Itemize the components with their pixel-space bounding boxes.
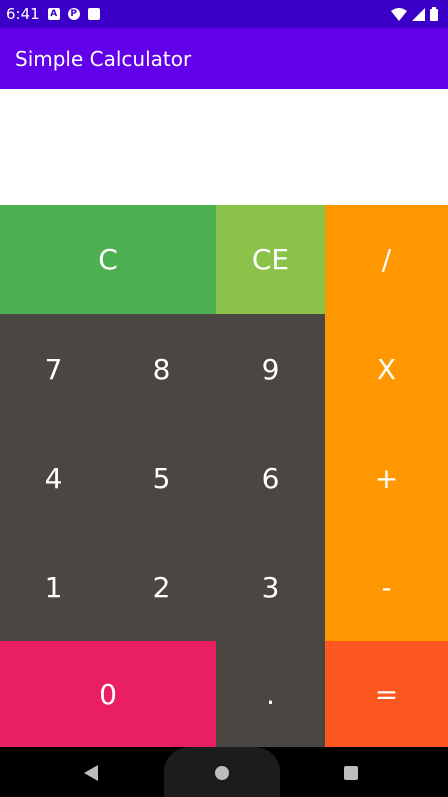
digit-3-button[interactable]: 3 xyxy=(216,533,325,641)
digit-8-button[interactable]: 8 xyxy=(107,314,216,424)
digit-9-button[interactable]: 9 xyxy=(216,314,325,424)
decimal-point-button[interactable]: . xyxy=(216,641,325,747)
minus-button[interactable]: - xyxy=(325,533,448,641)
notification-a-icon: A xyxy=(47,8,60,20)
home-icon[interactable] xyxy=(215,766,229,780)
app-title: Simple Calculator xyxy=(15,46,192,71)
signal-icon xyxy=(412,7,425,21)
wifi-icon xyxy=(391,7,407,21)
clear-button[interactable]: C xyxy=(0,205,216,314)
plus-button[interactable]: + xyxy=(325,424,448,533)
notification-p-icon: P xyxy=(67,8,80,20)
recents-icon[interactable] xyxy=(344,766,358,780)
app-bar: Simple Calculator xyxy=(0,28,448,89)
status-left: 6:41 A P xyxy=(6,5,100,23)
multiply-button[interactable]: X xyxy=(325,314,448,424)
status-bar: 6:41 A P xyxy=(0,0,448,28)
calculator-display xyxy=(0,89,448,205)
digit-5-button[interactable]: 5 xyxy=(107,424,216,533)
divide-button[interactable]: / xyxy=(325,205,448,314)
digit-7-button[interactable]: 7 xyxy=(0,314,107,424)
status-time: 6:41 xyxy=(6,5,40,23)
navigation-bar xyxy=(0,747,448,797)
digit-6-button[interactable]: 6 xyxy=(216,424,325,533)
status-right xyxy=(391,7,438,21)
equals-button[interactable]: = xyxy=(325,641,448,747)
calculator-screen: 6:41 A P Simple Calculator C CE / 7 8 9 … xyxy=(0,0,448,797)
clear-entry-button[interactable]: CE xyxy=(216,205,325,314)
back-icon[interactable] xyxy=(84,765,98,781)
digit-2-button[interactable]: 2 xyxy=(107,533,216,641)
sd-card-icon xyxy=(87,8,100,20)
digit-0-button[interactable]: 0 xyxy=(0,641,216,747)
digit-1-button[interactable]: 1 xyxy=(0,533,107,641)
battery-icon xyxy=(430,7,438,21)
digit-4-button[interactable]: 4 xyxy=(0,424,107,533)
